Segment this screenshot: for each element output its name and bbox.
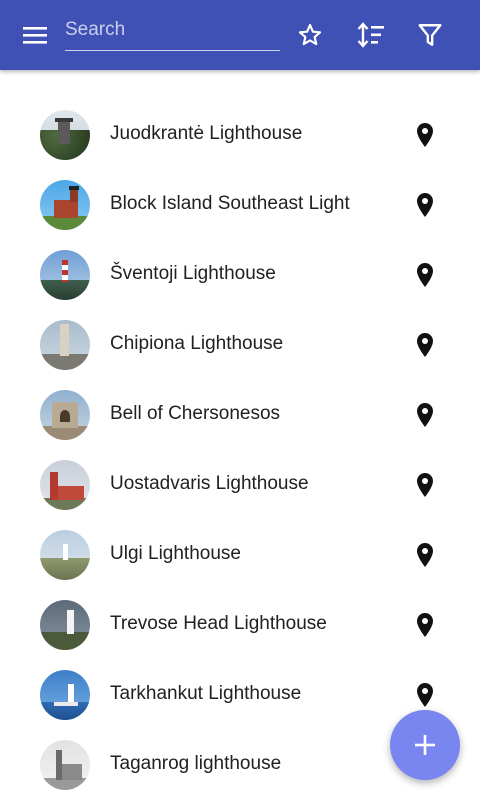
lighthouse-photo (40, 740, 90, 790)
lighthouse-photo (40, 530, 90, 580)
list-item[interactable]: Šventoji Lighthouse (0, 240, 480, 310)
filter-icon (418, 24, 442, 46)
lighthouse-photo (40, 600, 90, 650)
lighthouse-list: Juodkrantė Lighthouse Block Island South… (0, 100, 480, 800)
star-outline-icon (298, 23, 322, 46)
lighthouse-photo (40, 250, 90, 300)
lighthouse-photo (40, 320, 90, 370)
list-item[interactable]: Uostadvaris Lighthouse (0, 450, 480, 520)
lighthouse-name: Chipiona Lighthouse (110, 333, 284, 354)
map-pin-icon[interactable] (413, 262, 437, 288)
map-pin-icon[interactable] (413, 192, 437, 218)
list-item[interactable]: Ulgi Lighthouse (0, 520, 480, 590)
menu-icon (23, 27, 47, 44)
lighthouse-name: Ulgi Lighthouse (110, 543, 241, 564)
list-item[interactable]: Bell of Chersonesos (0, 380, 480, 450)
search-input[interactable] (65, 16, 280, 44)
app-bar (0, 0, 480, 70)
add-button[interactable] (390, 710, 460, 780)
lighthouse-name: Block Island Southeast Light (110, 193, 350, 214)
lighthouse-name: Taganrog lighthouse (110, 753, 282, 774)
list-item[interactable]: Trevose Head Lighthouse (0, 590, 480, 660)
lighthouse-photo (40, 670, 90, 720)
lighthouse-name: Šventoji Lighthouse (110, 263, 276, 284)
map-pin-icon[interactable] (413, 402, 437, 428)
filter-button[interactable] (410, 15, 450, 55)
lighthouse-name: Bell of Chersonesos (110, 403, 281, 424)
lighthouse-photo (40, 390, 90, 440)
favorites-button[interactable] (290, 15, 330, 55)
sort-icon (357, 22, 384, 48)
map-pin-icon[interactable] (413, 542, 437, 568)
lighthouse-name: Tarkhankut Lighthouse (110, 683, 302, 704)
list-item[interactable]: Juodkrantė Lighthouse (0, 100, 480, 170)
list-item[interactable]: Block Island Southeast Light (0, 170, 480, 240)
sort-button[interactable] (350, 15, 390, 55)
list-item[interactable]: Chipiona Lighthouse (0, 310, 480, 380)
plus-icon (415, 735, 435, 755)
lighthouse-name: Juodkrantė Lighthouse (110, 123, 303, 144)
menu-button[interactable] (15, 15, 55, 55)
map-pin-icon[interactable] (413, 612, 437, 638)
map-pin-icon[interactable] (413, 332, 437, 358)
map-pin-icon[interactable] (413, 122, 437, 148)
lighthouse-photo (40, 110, 90, 160)
map-pin-icon[interactable] (413, 472, 437, 498)
search-field (65, 16, 280, 51)
lighthouse-name: Uostadvaris Lighthouse (110, 473, 309, 494)
lighthouse-name: Trevose Head Lighthouse (110, 613, 327, 634)
lighthouse-photo (40, 460, 90, 510)
lighthouse-photo (40, 180, 90, 230)
map-pin-icon[interactable] (413, 682, 437, 708)
